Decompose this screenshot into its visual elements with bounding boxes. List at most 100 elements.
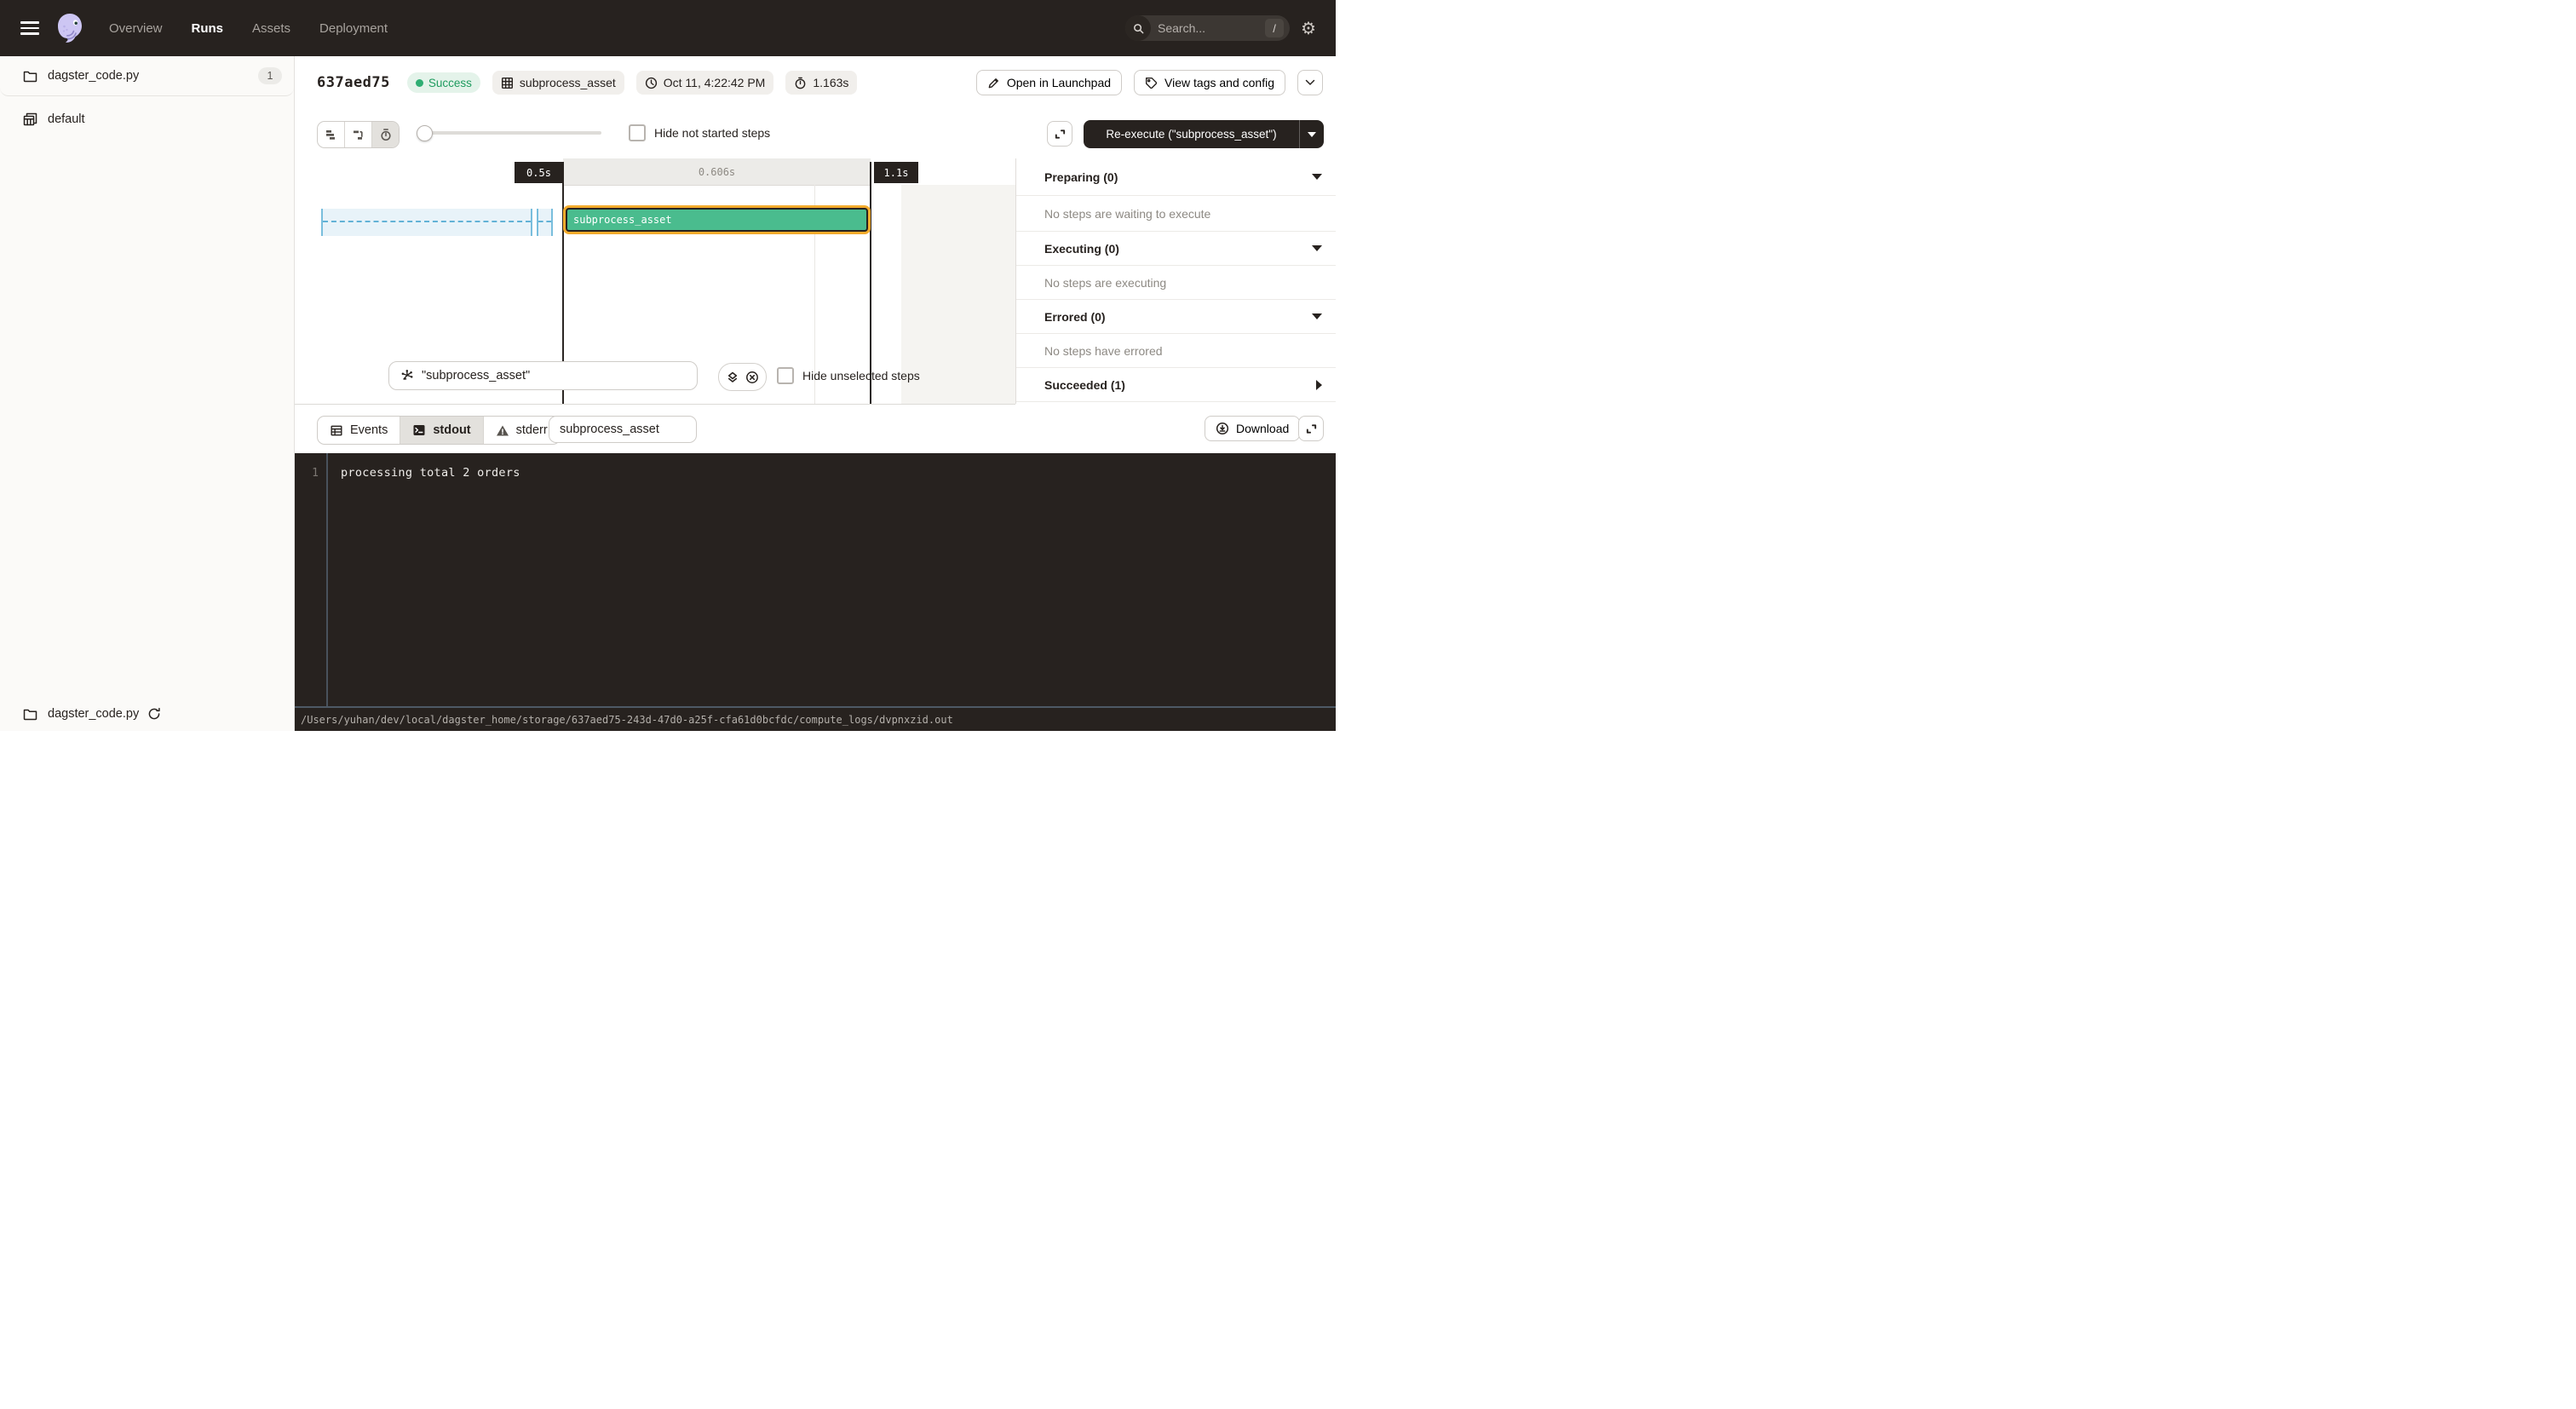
tab-stdout[interactable]: stdout [400,417,483,444]
gantt-toolbar: Hide not started steps Re-execute ("subp… [295,109,1336,159]
panel-empty-message: No steps are waiting to execute [1016,196,1336,232]
hide-not-started-checkbox[interactable]: Hide not started steps [629,119,770,147]
sidebar-item-default[interactable]: default [0,103,294,135]
search-shortcut-key: / [1265,19,1284,37]
step-status-panel: Preparing (0) No steps are waiting to ex… [1015,158,1336,404]
gantt-filter-row: "subprocess_asset" Hide unselected steps [295,361,1015,392]
tab-stdout-label: stdout [433,423,470,437]
checkbox-box[interactable] [777,367,794,384]
run-header-more-button[interactable] [1297,70,1323,95]
view-tags-config-button[interactable]: View tags and config [1134,70,1285,95]
log-header: Events stdout stderr subprocess_asset [295,405,1336,453]
caret-down-icon[interactable] [1312,313,1322,319]
job-grid-icon [23,112,37,126]
panel-section-preparing[interactable]: Preparing (0) [1016,158,1336,196]
reexecute-dropdown-button[interactable] [1300,132,1324,137]
nav-runs[interactable]: Runs [192,21,224,36]
expand-icon [1054,128,1067,141]
hide-unselected-label: Hide unselected steps [802,369,920,382]
warning-icon [496,424,509,437]
hide-not-started-label: Hide not started steps [654,126,770,140]
search-placeholder: Search... [1158,21,1205,35]
section-message: No steps have errored [1044,344,1163,358]
reexecute-button[interactable]: Re-execute ("subprocess_asset") [1084,120,1324,148]
waiting-phase-region [537,209,553,236]
stdout-console[interactable]: 1 processing total 2 orders [295,453,1336,706]
table-icon [330,424,343,437]
panel-empty-message: No steps have errored [1016,334,1336,368]
view-mode-flat-button[interactable] [318,122,345,147]
waiting-phase-region [321,209,532,236]
hide-unselected-checkbox[interactable]: Hide unselected steps [777,367,920,384]
view-mode-timed-button[interactable] [372,122,399,147]
run-header: 637aed75 Success subprocess_asset Oct 11… [295,56,1336,110]
primary-nav: Overview Runs Assets Deployment [109,21,388,36]
timestamp-label: Oct 11, 4:22:42 PM [664,76,766,89]
download-button[interactable]: Download [1205,416,1300,441]
zoom-slider[interactable] [418,131,601,135]
expand-icon [1305,423,1318,435]
asset-tag[interactable]: subprocess_asset [492,71,624,95]
waiting-dashed-line [323,221,531,222]
download-icon [1216,422,1229,435]
caret-down-icon[interactable] [1312,245,1322,251]
step-filter-input[interactable]: "subprocess_asset" [388,361,698,390]
download-label: Download [1236,422,1289,435]
open-in-launchpad-button[interactable]: Open in Launchpad [976,70,1122,95]
sidebar-repo-header[interactable]: dagster_code.py 1 [0,56,294,96]
log-file-path: /Users/yuhan/dev/local/dagster_home/stor… [301,714,953,726]
gantt-chart: 0.606s 0.5s 1.1s subprocess_asset "subpr… [295,158,1015,405]
selection-end-tick: 1.1s [874,162,918,183]
status-dot-icon [416,79,423,87]
panel-section-executing[interactable]: Executing (0) [1016,232,1336,266]
view-mode-waterfall-button[interactable] [345,122,372,147]
sidebar-job-label: default [48,112,85,126]
nav-assets[interactable]: Assets [252,21,290,36]
selection-duration-label: 0.606s [699,166,735,178]
global-search-input[interactable]: Search... / [1125,15,1290,41]
log-step-selector-value: subprocess_asset [560,423,659,436]
filter-actions-group [718,363,767,391]
run-id: 637aed75 [317,74,390,91]
sidebar-footer-file: dagster_code.py [48,707,139,721]
caret-right-icon[interactable] [1316,380,1322,390]
tab-events[interactable]: Events [318,417,400,444]
dagster-logo[interactable] [53,11,87,45]
section-label: Executing (0) [1044,242,1119,256]
zoom-slider-handle[interactable] [417,125,433,141]
section-message: No steps are waiting to execute [1044,207,1210,221]
clear-filter-button[interactable] [745,371,759,384]
dagster-run-page: Overview Runs Assets Deployment Search..… [0,0,1336,731]
gantt-fullscreen-button[interactable] [1047,121,1072,147]
search-icon [1125,15,1151,41]
graph-traversal-button[interactable] [726,371,739,384]
gantt-step-label: subprocess_asset [573,214,672,226]
folder-icon [23,708,37,721]
folder-icon [23,70,37,83]
gear-icon[interactable]: ⚙ [1290,18,1327,39]
gantt-step-bar[interactable]: subprocess_asset [566,208,868,232]
hamburger-menu-icon[interactable] [20,21,39,35]
pencil-icon [987,77,1000,89]
log-tabs: Events stdout stderr [317,416,561,445]
nav-deployment[interactable]: Deployment [319,21,388,36]
log-path-bar: /Users/yuhan/dev/local/dagster_home/stor… [295,706,1336,731]
tag-icon [1145,77,1158,89]
chevron-down-icon [1305,79,1315,86]
asset-tag-label: subprocess_asset [520,76,616,89]
log-fullscreen-button[interactable] [1298,416,1324,441]
reexecute-label: Re-execute ("subprocess_asset") [1084,128,1299,141]
caret-down-icon [1308,132,1316,137]
status-badge: Success [407,72,480,93]
view-tags-config-label: View tags and config [1164,76,1274,89]
reload-icon[interactable] [147,707,162,721]
clock-icon [645,77,658,89]
caret-down-icon[interactable] [1312,174,1322,180]
panel-section-errored[interactable]: Errored (0) [1016,300,1336,334]
checkbox-box[interactable] [629,124,646,141]
selection-start-tick: 0.5s [515,162,563,183]
nav-overview[interactable]: Overview [109,21,163,36]
panel-section-succeeded[interactable]: Succeeded (1) [1016,368,1336,402]
log-step-selector[interactable]: subprocess_asset [549,416,697,443]
panel-empty-message: No steps are executing [1016,266,1336,300]
